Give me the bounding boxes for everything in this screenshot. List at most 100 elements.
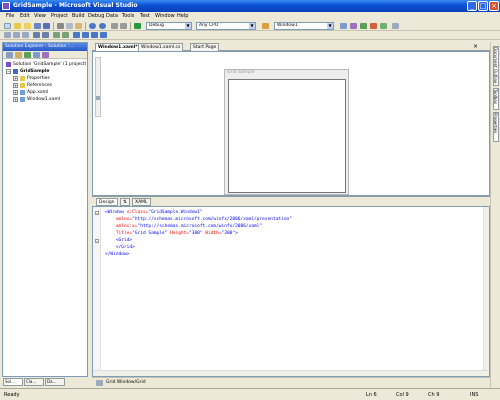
comment-icon[interactable] <box>53 32 60 38</box>
zoom-slider-thumb[interactable] <box>96 96 100 100</box>
menu-build[interactable]: Build <box>72 13 85 19</box>
editor-gutter <box>93 207 101 376</box>
tab-design[interactable]: Design <box>96 198 118 206</box>
tab-document-outline[interactable]: Document Outline <box>493 46 499 86</box>
redo-icon[interactable] <box>99 23 106 29</box>
expand-icon[interactable]: + <box>13 97 18 102</box>
tab-xaml[interactable]: XAML <box>132 198 151 206</box>
expand-icon[interactable]: + <box>13 76 18 81</box>
chevron-down-icon: ▼ <box>327 23 333 29</box>
menu-tools[interactable]: Tools <box>122 13 134 19</box>
bookmark-icon[interactable] <box>73 32 80 38</box>
vertical-scrollbar[interactable] <box>483 207 489 376</box>
parameter-info-icon[interactable] <box>13 32 20 38</box>
status-column: Col 9 <box>396 392 409 398</box>
menu-window[interactable]: Window <box>155 13 175 19</box>
find-in-files-icon[interactable] <box>262 23 269 29</box>
quick-info-icon[interactable] <box>22 32 29 38</box>
view-code-icon[interactable] <box>33 52 40 58</box>
xaml-editor[interactable]: − − <Window x:Class="GridSample.Window1"… <box>92 206 490 377</box>
menu-debug[interactable]: Debug <box>88 13 104 19</box>
object-browser-icon[interactable] <box>360 23 367 29</box>
display-members-icon[interactable] <box>4 32 11 38</box>
paste-icon[interactable] <box>75 23 82 29</box>
collapse-icon[interactable]: − <box>95 211 99 215</box>
chevron-down-icon: ▼ <box>185 23 191 29</box>
solution-explorer-toolbar <box>3 51 87 59</box>
tab-start-page[interactable]: Start Page <box>190 43 220 51</box>
menu-bar: File Edit View Project Build Debug Data … <box>0 12 500 21</box>
decrease-indent-icon[interactable] <box>33 32 40 38</box>
menu-edit[interactable]: Edit <box>20 13 30 19</box>
zoom-slider[interactable] <box>95 57 101 117</box>
properties-window-icon[interactable] <box>350 23 357 29</box>
expand-icon[interactable]: + <box>13 83 18 88</box>
copy-icon[interactable] <box>66 23 73 29</box>
next-bookmark-icon[interactable] <box>91 32 98 38</box>
uncomment-icon[interactable] <box>62 32 69 38</box>
more-options-icon[interactable] <box>392 23 399 29</box>
collapse-icon[interactable]: − <box>95 239 99 243</box>
previous-bookmark-icon[interactable] <box>82 32 89 38</box>
solution-explorer-header[interactable]: Solution Explorer - Solution '... <box>3 43 87 51</box>
folder-icon <box>20 83 25 88</box>
open-file-icon[interactable] <box>24 23 31 29</box>
find-combo[interactable]: Window1 ▼ <box>274 22 334 30</box>
add-item-icon[interactable] <box>14 23 21 29</box>
solution-icon <box>6 62 11 67</box>
right-tool-strip: Document Outline Toolbox Properties <box>490 42 500 387</box>
toolbox-icon[interactable] <box>370 23 377 29</box>
designer-window-preview[interactable]: Grid Sample <box>224 69 349 195</box>
solution-explorer-panel: Solution Explorer - Solution '... Soluti… <box>2 42 88 377</box>
designer-grid[interactable] <box>228 79 346 193</box>
window-title: GridSample - Microsoft Visual Studio <box>13 2 138 9</box>
navigate-forward-icon[interactable] <box>120 23 127 29</box>
new-project-icon[interactable] <box>4 23 11 29</box>
swap-panes-button[interactable]: ⇅ <box>120 198 130 206</box>
horizontal-scrollbar[interactable] <box>93 370 489 376</box>
tab-window1-xaml-cs[interactable]: Window1.xaml.cs <box>138 43 184 51</box>
cut-icon[interactable] <box>57 23 64 29</box>
view-designer-icon[interactable] <box>42 52 49 58</box>
menu-view[interactable]: View <box>34 13 46 19</box>
back-icon[interactable] <box>96 380 103 386</box>
start-debugging-icon[interactable] <box>134 23 141 29</box>
expand-icon[interactable]: + <box>13 90 18 95</box>
tab-window1-xaml[interactable]: Window1.xaml* <box>95 43 141 51</box>
navigate-back-icon[interactable] <box>111 23 118 29</box>
tab-class-view[interactable]: Cla... <box>24 378 44 386</box>
menu-test[interactable]: Test <box>140 13 150 19</box>
menu-project[interactable]: Project <box>51 13 68 19</box>
maximize-button[interactable]: □ <box>478 1 488 11</box>
save-all-icon[interactable] <box>43 23 50 29</box>
tab-data-sources[interactable]: Da... <box>45 378 65 386</box>
code-line: Title="Grid Sample" Height="300" Width="… <box>115 231 238 236</box>
solution-platform-select[interactable]: Any CPU ▼ <box>196 22 256 30</box>
folder-icon <box>20 76 25 81</box>
start-page-icon[interactable] <box>380 23 387 29</box>
menu-data[interactable]: Data <box>106 13 118 19</box>
properties-icon[interactable] <box>6 52 13 58</box>
clear-bookmarks-icon[interactable] <box>100 32 107 38</box>
increase-indent-icon[interactable] <box>42 32 49 38</box>
save-icon[interactable] <box>34 23 41 29</box>
status-bar: Ready Ln 6 Col 9 Ch 9 INS <box>0 388 500 400</box>
menu-help[interactable]: Help <box>177 13 188 19</box>
xaml-file-icon <box>20 97 25 102</box>
designer-window-title: Grid Sample <box>227 70 255 75</box>
solution-configuration-select[interactable]: Debug ▼ <box>146 22 192 30</box>
close-document-icon[interactable]: × <box>473 43 478 50</box>
undo-icon[interactable] <box>89 23 96 29</box>
tab-toolbox[interactable]: Toolbox <box>493 88 499 110</box>
tab-solution-explorer[interactable]: Sol... <box>3 378 23 386</box>
design-surface[interactable]: Grid Sample <box>92 51 490 196</box>
tab-properties[interactable]: Properties <box>493 112 499 142</box>
refresh-icon[interactable] <box>24 52 31 58</box>
menu-file[interactable]: File <box>6 13 14 19</box>
show-all-files-icon[interactable] <box>15 52 22 58</box>
collapse-icon[interactable]: − <box>6 69 11 74</box>
breadcrumb[interactable]: Grid Window/Grid <box>106 380 146 385</box>
close-button[interactable]: × <box>489 1 499 11</box>
minimize-button[interactable]: _ <box>467 1 477 11</box>
solution-explorer-icon[interactable] <box>340 23 347 29</box>
